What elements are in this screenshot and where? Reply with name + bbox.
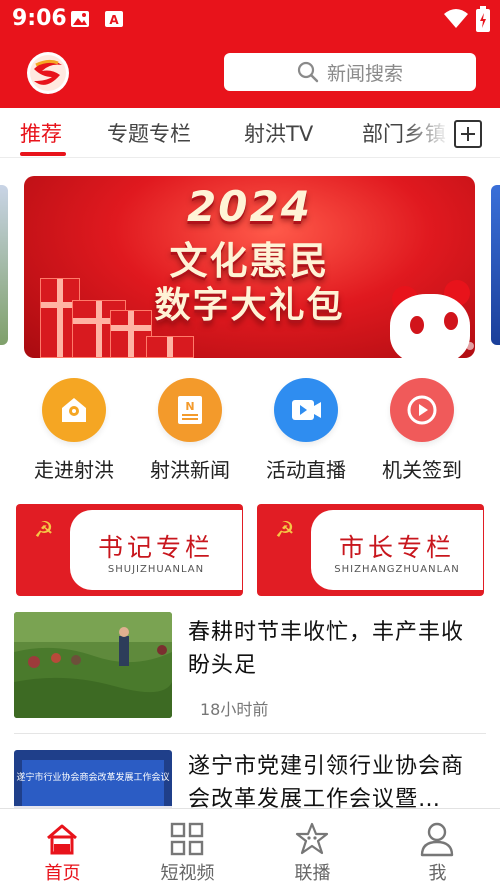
channel-tab-bar: 推荐 专题专栏 射洪TV 部门乡镇: [0, 108, 500, 158]
quick-entry-visit-shehong[interactable]: 走进射洪: [16, 378, 132, 483]
bottom-nav: 首页 短视频 联播 我: [0, 808, 500, 888]
news-time: 18小时前: [200, 700, 269, 719]
news-divider: [14, 733, 486, 734]
news-title: 春耕时节丰收忙，丰产丰收盼头足: [188, 620, 465, 678]
quick-entry-label: 走进射洪: [34, 458, 114, 482]
column-title: 市长专栏: [338, 533, 455, 562]
app-logo[interactable]: [26, 51, 70, 95]
carousel-dot[interactable]: [466, 342, 474, 350]
search-icon: [297, 61, 319, 83]
mayor-column-card[interactable]: ☭ 市长专栏 SHIZHANGZHUANLAN: [257, 504, 484, 596]
banner-subheadline: 数字大礼包: [154, 285, 345, 326]
nav-label: 首页: [44, 863, 81, 884]
nav-label: 联播: [294, 863, 331, 884]
banner-prev-peek[interactable]: [0, 185, 8, 345]
quick-entry-label: 机关签到: [382, 458, 462, 482]
add-channel-icon[interactable]: [454, 120, 482, 148]
carousel-indicator: [402, 342, 474, 350]
newspaper-icon: N: [178, 396, 202, 424]
nav-broadcast[interactable]: 联播: [250, 809, 375, 888]
app-notification-icon: A: [105, 11, 123, 27]
quick-entry-label: 射洪新闻: [150, 458, 230, 482]
column-subtitle: SHIZHANGZHUANLAN: [334, 564, 460, 575]
column-subtitle: SHUJIZHUANLAN: [107, 564, 205, 575]
search-input[interactable]: 新闻搜索: [224, 53, 476, 91]
user-icon: [420, 822, 454, 857]
tab-recommend[interactable]: 推荐: [20, 118, 62, 148]
status-time: 9:06: [12, 6, 67, 31]
banner-next-peek[interactable]: [491, 185, 500, 345]
star-mascot-icon: [295, 822, 329, 855]
secretary-column-card[interactable]: ☭ 书记专栏 SHUJIZHUANLAN: [16, 504, 243, 596]
app-header: 新闻搜索: [0, 38, 500, 108]
thumb-caption: 遂宁市行业协会商会改革发展工作会议: [16, 771, 169, 783]
home-icon: [47, 824, 77, 855]
news-thumbnail: [14, 612, 172, 718]
quick-entry-shehong-news[interactable]: N 射洪新闻: [132, 378, 248, 483]
svg-text:N: N: [185, 400, 194, 413]
battery-icon: [476, 6, 490, 32]
svg-text:A: A: [109, 13, 119, 27]
banner-headline-year: 2024: [187, 182, 312, 231]
search-placeholder: 新闻搜索: [326, 62, 403, 85]
active-tab-indicator: [20, 152, 66, 156]
quick-entry-checkin[interactable]: 机关签到: [364, 378, 480, 483]
news-list-item[interactable]: 遂宁市行业协会商会改革发展工作会议 遂宁市党建引领行业协会商会改革发展工作会议暨…: [0, 750, 500, 808]
news-thumbnail: 遂宁市行业协会商会改革发展工作会议: [14, 750, 172, 808]
house-location-icon: [62, 398, 86, 422]
nav-label: 短视频: [160, 863, 215, 884]
carousel-dot[interactable]: [450, 342, 458, 350]
nav-home[interactable]: 首页: [0, 809, 125, 888]
carousel-dot[interactable]: [418, 342, 426, 350]
column-title: 书记专栏: [97, 533, 214, 562]
nav-label: 我: [428, 863, 447, 884]
carousel-dot[interactable]: [402, 342, 410, 350]
party-emblem-icon: ☭: [275, 518, 295, 543]
tab-special-topics[interactable]: 专题专栏: [107, 118, 191, 148]
party-emblem-icon: ☭: [34, 518, 54, 543]
video-camera-icon: [292, 400, 321, 420]
quick-entry-label: 活动直播: [266, 458, 346, 482]
play-circle-icon: [407, 395, 437, 425]
nav-short-video[interactable]: 短视频: [125, 809, 250, 888]
news-title: 遂宁市党建引领行业协会商会改革发展工作会议暨…: [188, 754, 465, 808]
banner-carousel[interactable]: 2024 文化惠民 数字大礼包: [24, 176, 475, 358]
quick-entry-live-stream[interactable]: 活动直播: [248, 378, 364, 483]
nav-profile[interactable]: 我: [375, 809, 500, 888]
carousel-dot[interactable]: [434, 342, 442, 350]
gallery-notification-icon: [71, 11, 89, 27]
status-bar: 9:06 A: [0, 0, 500, 38]
wifi-icon: [444, 9, 468, 28]
news-list-item[interactable]: 春耕时节丰收忙，丰产丰收盼头足 18小时前: [0, 612, 500, 732]
tab-shehong-tv[interactable]: 射洪TV: [244, 118, 313, 148]
grid-icon: [170, 822, 204, 856]
